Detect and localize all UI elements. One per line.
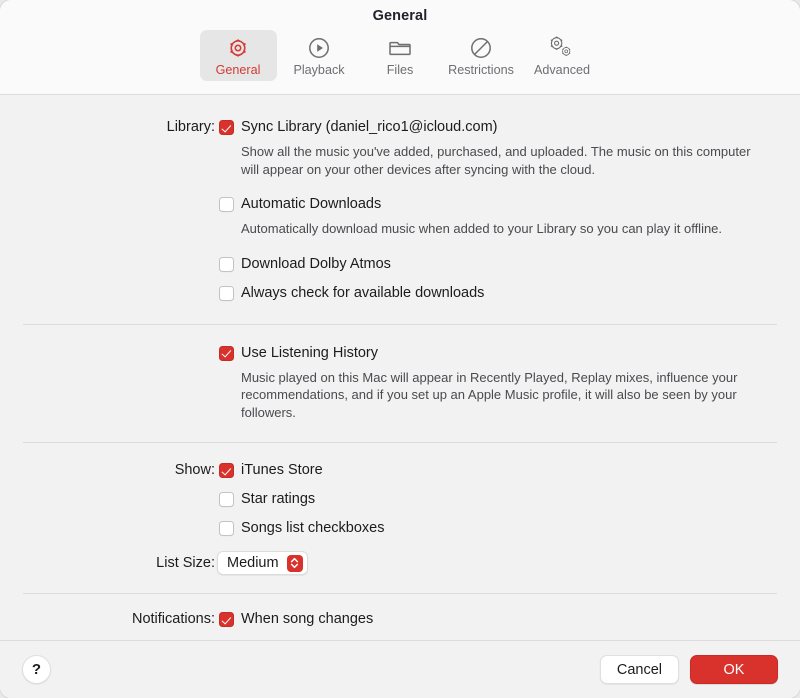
use-listening-history-checkbox[interactable] xyxy=(219,346,234,361)
preferences-content: Library: Sync Library (daniel_rico1@iclo… xyxy=(0,95,800,640)
itunes-store-checkbox[interactable] xyxy=(219,463,234,478)
library-row: Library: Sync Library (daniel_rico1@iclo… xyxy=(0,119,800,302)
always-check-downloads-label: Always check for available downloads xyxy=(241,285,484,302)
list-size-control: Medium xyxy=(215,551,800,575)
songs-list-checkboxes-label: Songs list checkboxes xyxy=(241,520,384,537)
listening-history-section: Use Listening History Music played on th… xyxy=(0,325,800,422)
list-size-row: List Size: Medium xyxy=(0,551,800,575)
tab-advanced-label: Advanced xyxy=(534,64,590,77)
list-size-value: Medium xyxy=(227,555,287,571)
tab-files[interactable]: Files xyxy=(362,30,439,81)
use-listening-history-help: Music played on this Mac will appear in … xyxy=(241,369,761,422)
show-section: Show: iTunes Store Star ratings Songs li… xyxy=(0,443,800,575)
dialog-footer: ? Cancel OK xyxy=(0,640,800,698)
automatic-downloads-help: Automatically download music when added … xyxy=(241,220,761,238)
notifications-row: Notifications: When song changes xyxy=(0,611,800,628)
songs-list-checkboxes-checkbox[interactable] xyxy=(219,521,234,536)
itunes-store-label: iTunes Store xyxy=(241,462,323,479)
toolbar: General General xyxy=(0,0,800,95)
library-label: Library: xyxy=(0,119,215,135)
play-circle-icon xyxy=(307,35,331,61)
when-song-changes-checkbox[interactable] xyxy=(219,612,234,627)
library-options: Sync Library (daniel_rico1@icloud.com) S… xyxy=(215,119,800,302)
chevron-up-down-icon xyxy=(287,555,303,572)
automatic-downloads-checkbox[interactable] xyxy=(219,197,234,212)
use-listening-history-checkbox-row[interactable]: Use Listening History xyxy=(219,345,800,362)
list-size-label: List Size: xyxy=(0,555,215,571)
notifications-options: When song changes xyxy=(215,611,800,628)
gear-icon xyxy=(226,35,250,61)
sync-library-checkbox[interactable] xyxy=(219,120,234,135)
download-dolby-atmos-label: Download Dolby Atmos xyxy=(241,256,391,273)
download-dolby-atmos-checkbox[interactable] xyxy=(219,257,234,272)
songs-list-checkboxes-checkbox-row[interactable]: Songs list checkboxes xyxy=(219,520,800,537)
itunes-store-checkbox-row[interactable]: iTunes Store xyxy=(219,462,800,479)
tab-general[interactable]: General xyxy=(200,30,277,81)
automatic-downloads-label: Automatic Downloads xyxy=(241,196,381,213)
no-entry-icon xyxy=(469,35,493,61)
tab-files-label: Files xyxy=(387,64,414,77)
sync-library-checkbox-row[interactable]: Sync Library (daniel_rico1@icloud.com) xyxy=(219,119,800,136)
when-song-changes-checkbox-row[interactable]: When song changes xyxy=(219,611,800,628)
when-song-changes-label: When song changes xyxy=(241,611,373,628)
sync-library-help: Show all the music you've added, purchas… xyxy=(241,143,761,178)
help-button[interactable]: ? xyxy=(22,655,51,684)
tab-advanced[interactable]: Advanced xyxy=(524,30,601,81)
listening-history-options: Use Listening History Music played on th… xyxy=(215,345,800,422)
toolbar-tabs: General Playback Files xyxy=(0,30,800,81)
star-ratings-checkbox[interactable] xyxy=(219,492,234,507)
listening-history-row: Use Listening History Music played on th… xyxy=(0,345,800,422)
list-size-popup-button[interactable]: Medium xyxy=(217,551,308,575)
sync-library-label: Sync Library (daniel_rico1@icloud.com) xyxy=(241,119,498,136)
folder-icon xyxy=(388,35,412,61)
tab-playback-label: Playback xyxy=(293,64,344,77)
always-check-downloads-checkbox-row[interactable]: Always check for available downloads xyxy=(219,285,800,302)
tab-general-label: General xyxy=(216,64,261,77)
tab-restrictions-label: Restrictions xyxy=(448,64,514,77)
star-ratings-label: Star ratings xyxy=(241,491,315,508)
show-row: Show: iTunes Store Star ratings Songs li… xyxy=(0,462,800,537)
use-listening-history-label: Use Listening History xyxy=(241,345,378,362)
ok-button[interactable]: OK xyxy=(690,655,778,684)
notifications-section: Notifications: When song changes xyxy=(0,594,800,628)
tab-restrictions[interactable]: Restrictions xyxy=(443,30,520,81)
tab-playback[interactable]: Playback xyxy=(281,30,358,81)
automatic-downloads-checkbox-row[interactable]: Automatic Downloads xyxy=(219,196,800,213)
library-section: Library: Sync Library (daniel_rico1@iclo… xyxy=(0,95,800,302)
page-title: General xyxy=(0,8,800,24)
gears-icon xyxy=(549,35,575,61)
notifications-label: Notifications: xyxy=(0,611,215,627)
show-options: iTunes Store Star ratings Songs list che… xyxy=(215,462,800,537)
download-dolby-atmos-checkbox-row[interactable]: Download Dolby Atmos xyxy=(219,256,800,273)
star-ratings-checkbox-row[interactable]: Star ratings xyxy=(219,491,800,508)
preferences-window: General General xyxy=(0,0,800,698)
always-check-downloads-checkbox[interactable] xyxy=(219,286,234,301)
cancel-button[interactable]: Cancel xyxy=(600,655,679,684)
show-label: Show: xyxy=(0,462,215,478)
